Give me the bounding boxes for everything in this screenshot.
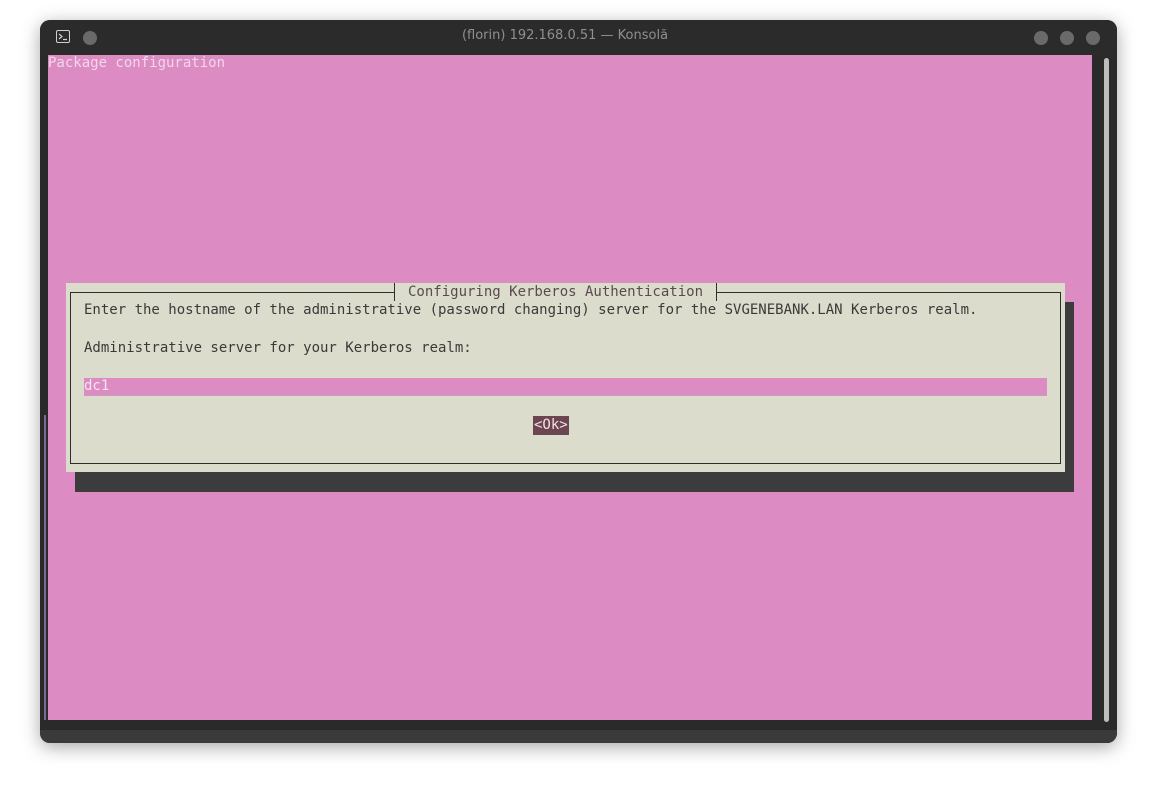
- bottom-bar: [40, 730, 1117, 743]
- konsole-window: (florin) 192.168.0.51 — Konsolă Package …: [40, 20, 1117, 743]
- window-title: (florin) 192.168.0.51 — Konsolă: [461, 28, 669, 43]
- minimize-button[interactable]: [1034, 31, 1048, 45]
- terminal-area[interactable]: Package configuration Configuring Kerber…: [48, 55, 1092, 720]
- admin-server-input[interactable]: dc1: [84, 378, 1047, 396]
- maximize-button[interactable]: [1060, 31, 1074, 45]
- admin-server-input-value: dc1: [84, 378, 110, 394]
- dialog-prompt: Administrative server for your Kerberos …: [84, 340, 472, 356]
- ok-button[interactable]: <Ok>: [533, 416, 569, 435]
- dialog-title: Configuring Kerberos Authentication: [394, 283, 718, 301]
- scrollbar[interactable]: [1104, 58, 1109, 722]
- dialog-message: Enter the hostname of the administrative…: [84, 302, 978, 318]
- kerberos-dialog: Configuring Kerberos Authentication Ente…: [66, 283, 1065, 472]
- titlebar[interactable]: (florin) 192.168.0.51 — Konsolă: [40, 20, 1117, 55]
- package-configuration-header: Package configuration: [48, 55, 226, 71]
- left-edge-marker: [44, 415, 46, 720]
- close-button[interactable]: [1086, 31, 1100, 45]
